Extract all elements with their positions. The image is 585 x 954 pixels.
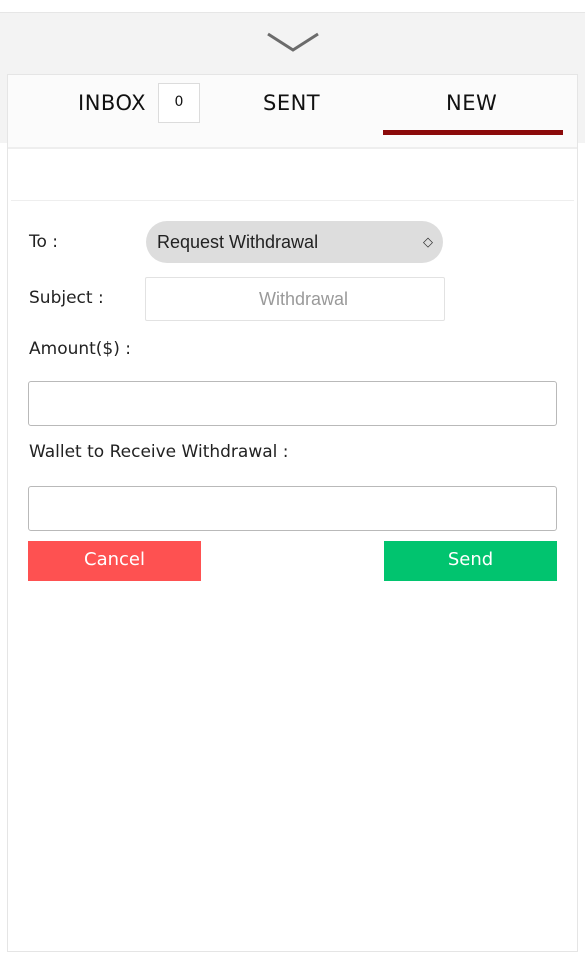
send-button[interactable]: Send [384, 541, 557, 581]
active-tab-indicator [383, 130, 563, 135]
wallet-label: Wallet to Receive Withdrawal : [29, 442, 289, 462]
tab-inbox[interactable]: INBOX [78, 91, 146, 115]
tab-bar: INBOX 0 SENT NEW [8, 75, 577, 149]
subject-field[interactable]: Withdrawal [145, 277, 445, 321]
to-label: To : [29, 232, 59, 252]
amount-label: Amount($) : [29, 339, 132, 359]
tab-sent[interactable]: SENT [263, 91, 320, 115]
message-panel: INBOX 0 SENT NEW To : Request Withdrawal… [7, 74, 578, 952]
select-arrows-icon: ◇ [423, 234, 433, 249]
subject-label: Subject : [29, 288, 104, 308]
section-divider [11, 200, 574, 201]
chevron-down-icon[interactable] [263, 28, 323, 60]
recipient-select[interactable]: Request Withdrawal ◇ [146, 221, 443, 263]
tab-new[interactable]: NEW [446, 91, 497, 115]
inbox-count-badge: 0 [158, 83, 200, 123]
amount-input[interactable] [28, 381, 557, 426]
recipient-select-value: Request Withdrawal [157, 232, 319, 252]
wallet-input[interactable] [28, 486, 557, 531]
cancel-button[interactable]: Cancel [28, 541, 201, 581]
